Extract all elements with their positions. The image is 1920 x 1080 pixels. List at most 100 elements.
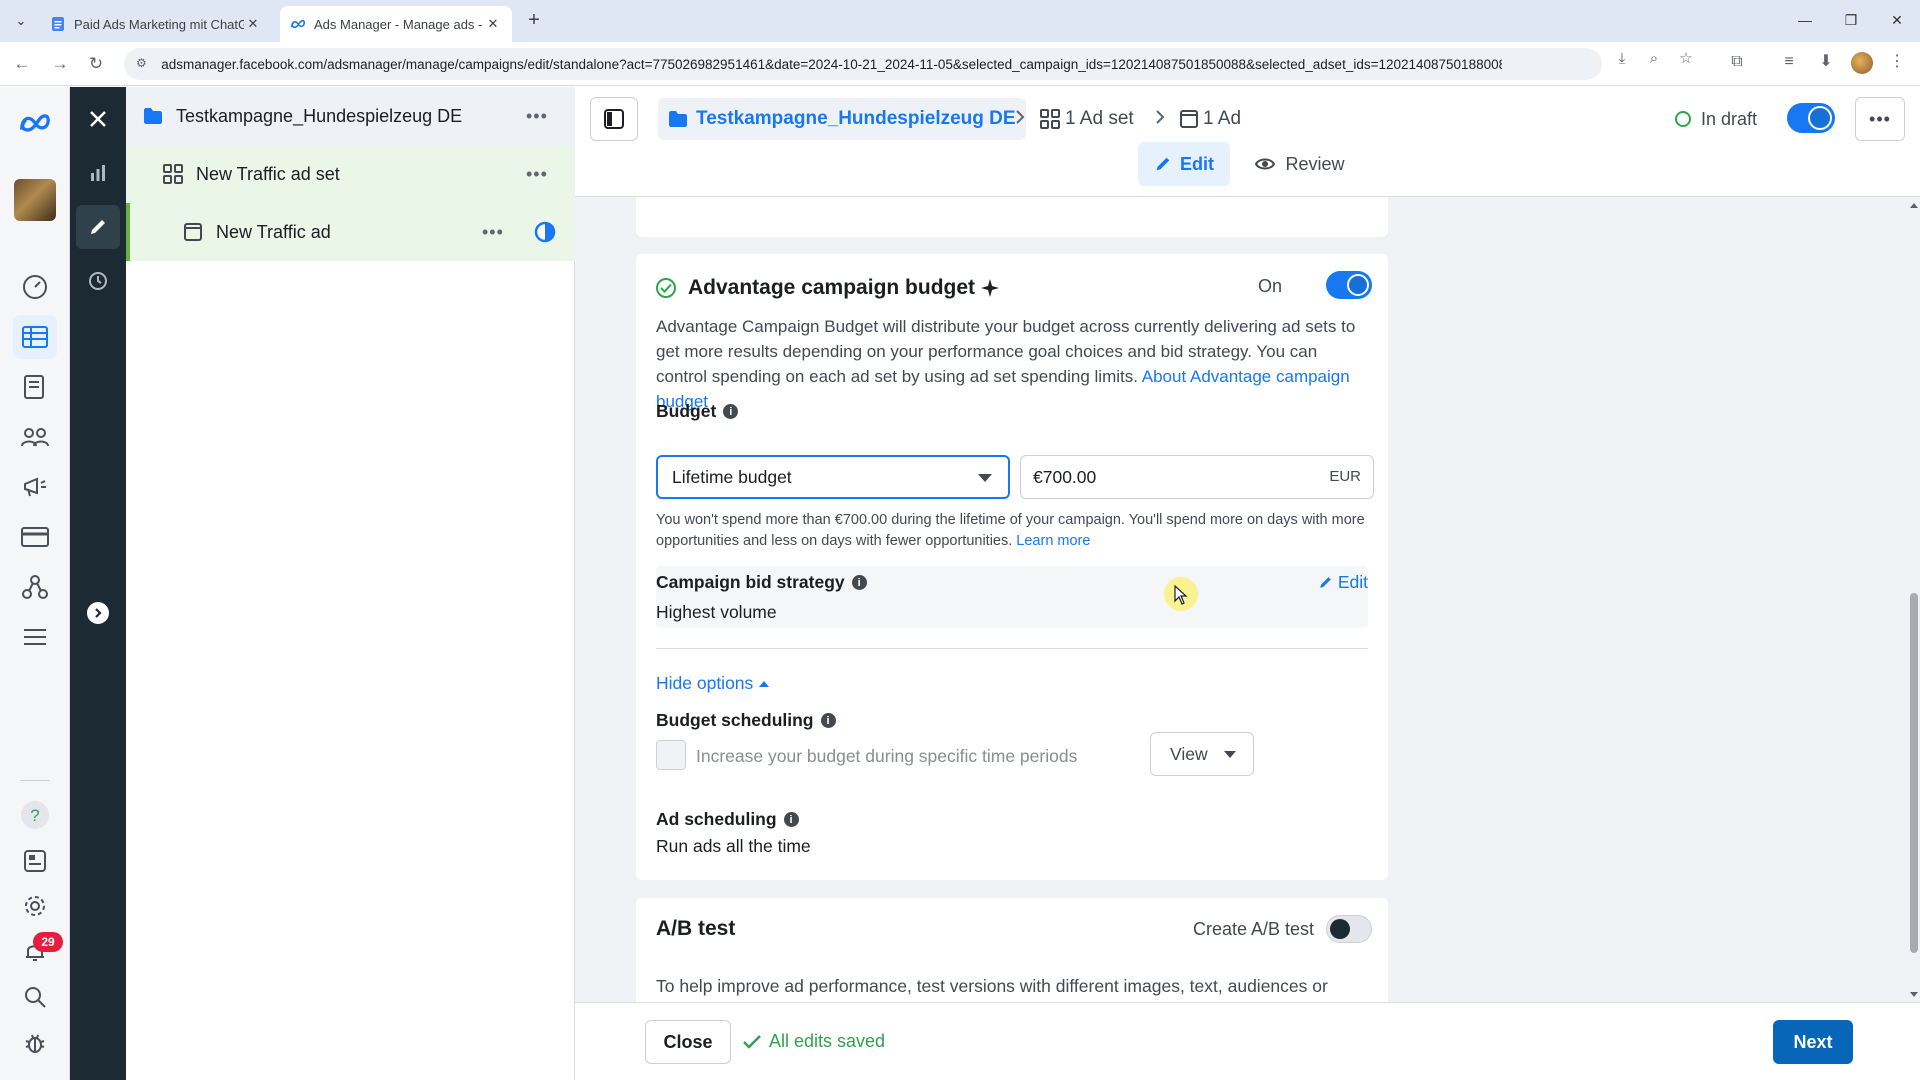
more-options-icon[interactable]: ••• (526, 106, 548, 127)
tab-close-icon[interactable]: ✕ (244, 16, 262, 32)
account-avatar[interactable] (14, 179, 56, 221)
info-icon[interactable]: i (723, 404, 739, 419)
meta-logo-icon (290, 16, 306, 32)
scroll-down-arrow-icon[interactable] (1910, 992, 1918, 997)
events-manager-icon[interactable] (13, 565, 57, 609)
view-dropdown-button[interactable]: View (1150, 732, 1254, 776)
profile-avatar[interactable] (1851, 52, 1873, 74)
more-options-icon[interactable]: ••• (526, 164, 548, 185)
budget-amount-value: €700.00 (1033, 466, 1097, 487)
meta-logo-icon[interactable] (13, 101, 57, 145)
extensions-icon[interactable]: ⧉ (1726, 51, 1748, 73)
info-icon[interactable]: i (851, 575, 867, 590)
scroll-thumb[interactable] (1910, 593, 1918, 953)
status-half-circle-icon (534, 221, 556, 243)
tree-ad-set-label: New Traffic ad set (196, 163, 340, 184)
browser-menu-icon[interactable]: ⋮ (1886, 51, 1908, 73)
reports-icon[interactable] (13, 365, 57, 409)
site-settings-icon[interactable]: ⚙ (136, 56, 151, 72)
audiences-icon[interactable] (13, 415, 57, 459)
draft-status-label: In draft (1701, 108, 1758, 129)
campaign-on-off-toggle[interactable] (1787, 103, 1835, 133)
billing-card-icon[interactable] (13, 515, 57, 559)
tab-edit[interactable]: Edit (1138, 142, 1230, 186)
browser-tab-bar: ⌄ Paid Ads Marketing mit ChatGPT ✕ Ads M… (0, 0, 1920, 42)
close-editor-icon[interactable] (76, 97, 120, 141)
previous-section-card (636, 197, 1388, 237)
ab-test-title: A/B test (656, 917, 736, 940)
more-actions-button[interactable]: ••• (1855, 97, 1905, 141)
budget-amount-input[interactable]: €700.00 EUR (1020, 455, 1374, 499)
caret-down-icon (978, 474, 992, 482)
tree-item-ad[interactable]: New Traffic ad ••• (126, 203, 575, 261)
downloads-icon[interactable]: ⬇ (1815, 51, 1837, 73)
expand-chevron-icon[interactable] (87, 602, 109, 624)
media-controls-icon[interactable]: ≡ (1778, 51, 1800, 73)
tree-item-ad-set[interactable]: New Traffic ad set ••• (126, 145, 575, 203)
search-icon[interactable] (13, 975, 57, 1019)
breadcrumb-ad[interactable]: 1 Ad (1180, 98, 1241, 140)
scroll-up-arrow-icon[interactable] (1910, 203, 1918, 208)
report-bug-icon[interactable] (13, 1021, 57, 1065)
edit-pencil-icon[interactable] (76, 205, 120, 249)
tab-close-icon[interactable]: ✕ (484, 16, 502, 32)
hide-options-label: Hide options (656, 673, 754, 693)
zoom-icon[interactable]: ⌕ (1644, 49, 1664, 69)
settings-gear-icon[interactable] (13, 884, 57, 928)
campaign-tree-panel: Testkampagne_Hundespielzeug DE ••• New T… (126, 87, 575, 1080)
info-icon[interactable]: i (820, 713, 836, 728)
notification-badge: 29 (33, 932, 63, 952)
content-scrollbar[interactable] (1907, 197, 1920, 1002)
back-icon[interactable]: ← (10, 52, 34, 76)
new-tab-button[interactable]: + (522, 9, 546, 33)
editor-tool-rail (70, 87, 126, 1080)
section-divider (656, 648, 1368, 649)
editor-content: Advantage campaign budget On Advantage C… (575, 197, 1920, 1002)
tree-campaign-label: Testkampagne_Hundespielzeug DE (176, 105, 463, 126)
help-icon[interactable]: ? (13, 793, 57, 837)
dashboard-icon[interactable] (13, 265, 57, 309)
browser-tab-paid-ads[interactable]: Paid Ads Marketing mit ChatGPT ✕ (40, 6, 272, 42)
budget-label-text: Budget (656, 401, 717, 421)
view-button-label: View (1170, 743, 1208, 764)
tab-list-icon[interactable]: ⌄ (10, 10, 32, 32)
cursor-arrow-icon (1174, 585, 1188, 605)
campaigns-table-icon[interactable] (13, 315, 57, 359)
all-tools-menu-icon[interactable] (13, 615, 57, 659)
forward-icon[interactable]: → (48, 52, 72, 76)
info-icon[interactable]: i (783, 812, 799, 827)
learn-more-link[interactable]: Learn more (1016, 533, 1090, 549)
install-app-icon[interactable]: ⤓ (1612, 49, 1632, 69)
bookmark-star-icon[interactable]: ☆ (1676, 49, 1696, 69)
budget-description: Advantage Campaign Budget will distribut… (656, 314, 1371, 414)
chevron-right-icon (1155, 109, 1165, 128)
toggle-panel-button[interactable] (590, 97, 638, 141)
history-clock-icon[interactable] (76, 259, 120, 303)
megaphone-icon[interactable] (13, 465, 57, 509)
reload-icon[interactable]: ↻ (84, 52, 108, 76)
budget-type-select[interactable]: Lifetime budget (656, 455, 1010, 499)
breadcrumb-campaign[interactable]: Testkampagne_Hundespielzeug DE (658, 98, 1026, 140)
hide-options-link[interactable]: Hide options (656, 673, 770, 694)
breadcrumb-ad-set[interactable]: 1 Ad set (1040, 98, 1134, 140)
tree-item-campaign[interactable]: Testkampagne_Hundespielzeug DE ••• (126, 87, 575, 145)
minimize-icon[interactable]: — (1785, 8, 1825, 32)
close-button[interactable]: Close (645, 1020, 731, 1064)
tab-review[interactable]: Review (1245, 142, 1355, 186)
budget-scheduling-checkbox[interactable] (656, 740, 686, 770)
news-feed-icon[interactable] (13, 839, 57, 883)
restore-icon[interactable]: ❐ (1831, 8, 1871, 32)
ad-page-icon (1180, 110, 1198, 128)
ab-test-toggle[interactable] (1326, 915, 1372, 943)
budget-scheduling-label-text: Budget scheduling (656, 710, 814, 730)
ad-set-grid-icon (1040, 109, 1060, 129)
document-icon (50, 16, 66, 32)
more-options-icon[interactable]: ••• (482, 222, 504, 243)
url-input[interactable]: ⚙ adsmanager.facebook.com/adsmanager/man… (124, 48, 1602, 80)
chart-icon[interactable] (76, 151, 120, 195)
next-button[interactable]: Next (1773, 1020, 1853, 1064)
browser-tab-ads-manager[interactable]: Ads Manager - Manage ads - Campaigns ✕ (280, 6, 512, 42)
advantage-budget-toggle[interactable] (1326, 271, 1372, 299)
window-close-icon[interactable]: ✕ (1877, 8, 1917, 32)
bid-strategy-edit-button[interactable]: Edit (1318, 572, 1368, 593)
